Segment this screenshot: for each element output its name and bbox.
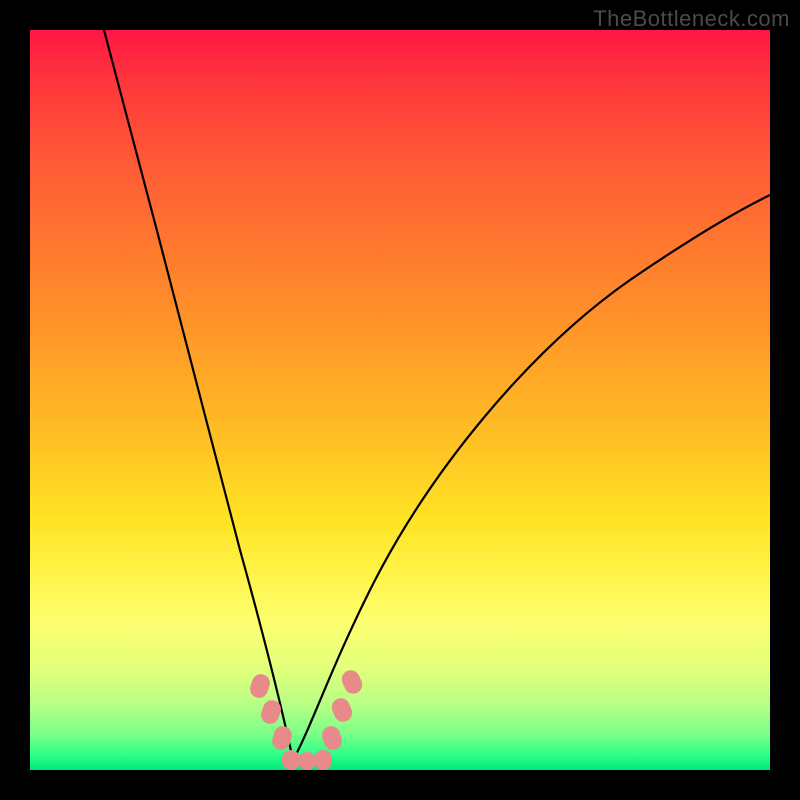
- marker: [320, 724, 345, 752]
- chart-svg: [30, 30, 770, 770]
- right-curve: [293, 195, 770, 760]
- plot-area: [30, 30, 770, 770]
- marker-group: [248, 667, 365, 770]
- marker: [248, 672, 273, 700]
- marker: [282, 750, 300, 770]
- left-curve: [104, 30, 293, 760]
- marker: [339, 667, 365, 696]
- marker: [329, 696, 355, 725]
- marker: [314, 750, 332, 770]
- marker: [298, 752, 316, 770]
- watermark: TheBottleneck.com: [593, 6, 790, 32]
